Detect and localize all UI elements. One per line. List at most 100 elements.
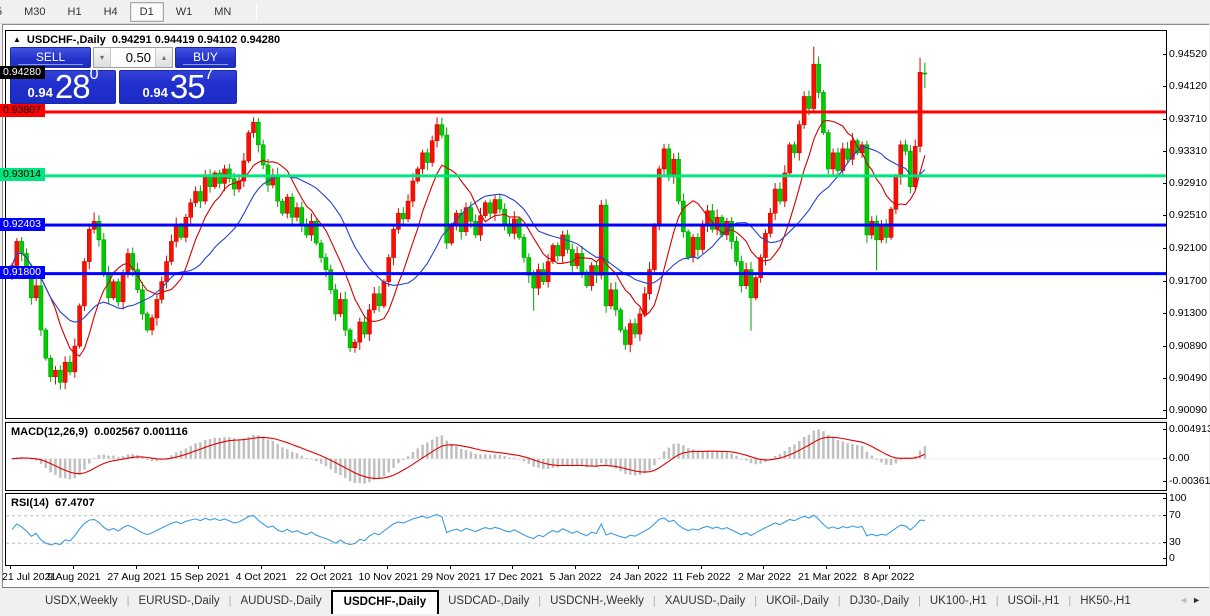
macd-histogram-bar xyxy=(242,438,246,459)
macd-histogram-bar xyxy=(783,450,787,459)
candle-body xyxy=(898,144,904,178)
timeframe-button-h4[interactable]: H4 xyxy=(94,2,128,22)
candle-body xyxy=(676,158,681,202)
tab-audusd-daily[interactable]: AUDUSD-,Daily xyxy=(232,590,331,613)
macd-histogram-bar xyxy=(208,439,212,459)
candle-body xyxy=(362,321,367,335)
macd-histogram-bar xyxy=(266,439,270,459)
candle-body xyxy=(400,212,406,220)
candle-body xyxy=(888,208,894,238)
macd-histogram-bar xyxy=(358,458,362,484)
timeframe-button-h1[interactable]: H1 xyxy=(58,2,92,22)
collapse-icon[interactable]: ▲ xyxy=(13,35,21,44)
volume-decrease-button[interactable]: ▾ xyxy=(94,48,111,67)
tab-hk50-h1[interactable]: HK50-,H1 xyxy=(1071,590,1140,613)
tab-scroll-left-icon[interactable]: ◄ xyxy=(1179,595,1192,605)
candle-body xyxy=(429,140,435,163)
candle-body xyxy=(787,144,792,174)
buy-button[interactable]: BUY xyxy=(175,47,236,68)
macd-histogram-bar xyxy=(619,458,622,472)
macd-histogram-bar xyxy=(416,448,419,459)
macd-histogram-bar xyxy=(223,436,226,459)
macd-histogram-bar xyxy=(97,455,101,459)
tab-ukoil-daily[interactable]: UKOil-,Daily xyxy=(757,590,838,613)
horizontal-level-line[interactable] xyxy=(6,223,1166,227)
tab-xauusd-daily[interactable]: XAUUSD-,Daily xyxy=(656,590,755,613)
tab-usdcad-daily[interactable]: USDCAD-,Daily xyxy=(439,590,538,613)
macd-histogram-bar xyxy=(83,458,86,470)
candle-body xyxy=(9,265,15,278)
volume-increase-button[interactable]: ▴ xyxy=(155,48,172,67)
tab-eurusd-daily[interactable]: EURUSD-,Daily xyxy=(130,590,229,613)
timeframe-button-d1[interactable]: D1 xyxy=(129,1,164,22)
candle-body xyxy=(48,357,53,378)
timeframe-button-5[interactable]: 5 xyxy=(0,2,12,22)
tab-dj30-daily[interactable]: DJ30-,Daily xyxy=(841,590,918,613)
timeframe-button-mn[interactable]: MN xyxy=(204,2,241,22)
buy-price-display[interactable]: 0.94 35 7 xyxy=(119,67,237,104)
candle-body xyxy=(449,225,454,244)
candle-body xyxy=(763,233,768,258)
tab-usdchf-daily[interactable]: USDCHF-,Daily xyxy=(330,590,440,614)
candle-body xyxy=(574,253,580,266)
candle-body xyxy=(917,71,923,147)
tab-uk100-h1[interactable]: UK100-,H1 xyxy=(921,590,996,613)
timeframe-button-m30[interactable]: M30 xyxy=(14,2,55,22)
candle-body xyxy=(734,241,739,262)
candle-body xyxy=(347,329,353,349)
sell-button[interactable]: SELL xyxy=(10,47,91,68)
macd-histogram-bar xyxy=(643,458,646,474)
candle-body xyxy=(294,207,300,218)
candle-body xyxy=(207,176,213,187)
candle-body xyxy=(816,63,821,93)
macd-histogram-bar xyxy=(773,456,777,459)
tab-usdx-weekly[interactable]: USDX,Weekly xyxy=(36,590,127,613)
macd-histogram-bar xyxy=(92,458,96,459)
candle-body xyxy=(86,229,92,262)
candle-body xyxy=(101,239,107,274)
rsi-pane[interactable] xyxy=(5,493,1167,566)
symbol-period-label: USDCHF-,Daily xyxy=(26,34,106,46)
candle-body xyxy=(33,285,39,299)
macd-histogram-bar xyxy=(290,451,294,459)
volume-stepper: ▾ ▴ xyxy=(93,47,173,68)
candle-body xyxy=(82,261,87,307)
macd-histogram-bar xyxy=(450,444,453,459)
candle-body xyxy=(903,144,908,152)
ohlc-readout: 0.94291 0.94419 0.94102 0.94280 xyxy=(111,34,281,46)
volume-input[interactable] xyxy=(111,48,155,67)
candle-body xyxy=(299,207,305,226)
tab-usoil-h1[interactable]: USOil-,H1 xyxy=(999,590,1069,613)
horizontal-level-line[interactable] xyxy=(6,174,1166,178)
candle-body xyxy=(681,200,686,233)
macd-histogram-bar xyxy=(430,439,434,459)
macd-histogram-bar xyxy=(701,451,704,459)
macd-histogram-bar xyxy=(561,458,564,466)
macd-histogram-bar xyxy=(479,454,482,459)
candle-body xyxy=(396,212,401,230)
macd-histogram-bar xyxy=(112,455,115,459)
macd-histogram-bar xyxy=(488,454,492,459)
macd-histogram-bar xyxy=(455,446,458,459)
macd-histogram-bar xyxy=(150,458,154,462)
candle-body xyxy=(434,124,440,142)
macd-histogram-bar xyxy=(237,438,241,459)
macd-histogram-bar xyxy=(600,458,603,464)
candle-body xyxy=(806,96,812,109)
macd-histogram-bar xyxy=(638,458,642,475)
tab-scroll-right-icon[interactable]: ► xyxy=(1192,595,1205,605)
candle-body xyxy=(656,168,662,226)
macd-histogram-bar xyxy=(484,454,487,459)
macd-histogram-bar xyxy=(445,440,448,459)
candle-body xyxy=(825,132,831,170)
macd-histogram-bar xyxy=(513,457,516,459)
timeframe-button-w1[interactable]: W1 xyxy=(166,2,203,22)
tab-usdcnh-weekly[interactable]: USDCNH-,Weekly xyxy=(541,590,653,613)
macd-histogram-bar xyxy=(145,458,149,460)
candle-body xyxy=(661,148,667,170)
horizontal-level-line[interactable] xyxy=(6,110,1166,114)
horizontal-level-line[interactable] xyxy=(6,272,1166,276)
macd-histogram-bar xyxy=(744,458,748,461)
sell-price-display[interactable]: 0.94 28 0 xyxy=(10,67,116,104)
candle-body xyxy=(338,299,343,315)
